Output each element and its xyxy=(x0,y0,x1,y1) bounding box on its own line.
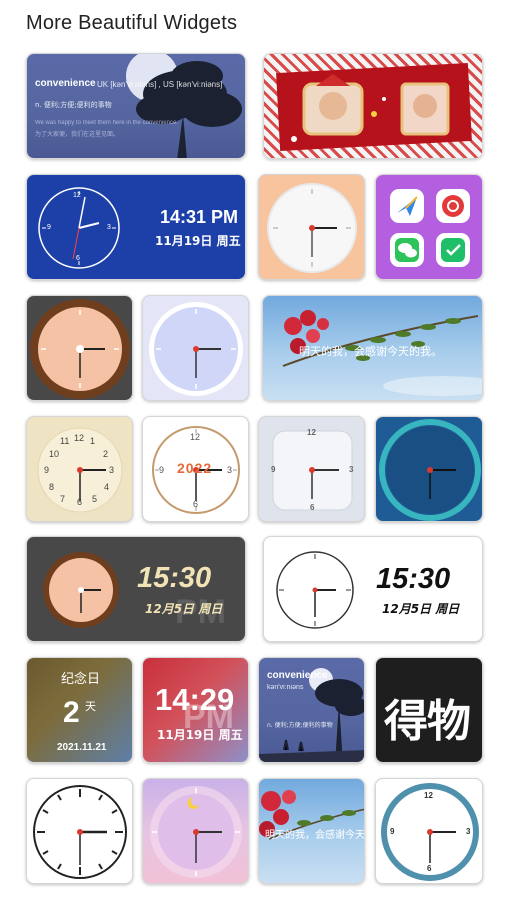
clock-number: 9 xyxy=(271,465,276,474)
clock-number: 6 xyxy=(77,497,83,507)
dewu-logo: 得物 xyxy=(384,696,471,747)
clock-number: 9 xyxy=(47,224,51,231)
dict-pronunciation: UK [kən'viːniəns] , US [kən'viːniəns] xyxy=(97,80,223,89)
clock-number: 3 xyxy=(349,465,354,474)
clock-number: 9 xyxy=(390,827,395,836)
widget-dark-bigtime[interactable]: PM 15:30 12月5日 周日 xyxy=(26,536,246,642)
widget-dictionary-small[interactable]: convenience kən'viːniəns n. 便利;方便;便利的事物 xyxy=(258,657,365,763)
wechat-icon xyxy=(395,238,419,262)
clock-number: 12 xyxy=(73,192,81,199)
wood-analog-clock xyxy=(30,299,130,399)
widget-year-clock[interactable]: 12 3 6 9 2022 xyxy=(142,416,249,522)
widget-quote-photo[interactable]: 明天的我，会感谢今天的我。 xyxy=(262,295,483,401)
dream-analog-clock xyxy=(150,786,242,878)
widget-light-bigtime[interactable]: 15:30 12月5日 周日 xyxy=(263,536,483,642)
widget-blue-clock[interactable]: 12 3 6 9 14:31 PM 11月19日 周五 xyxy=(26,174,246,280)
peach-analog-clock xyxy=(267,183,357,273)
quote-text: 明天的我，会感谢今天的我。 xyxy=(299,345,442,358)
dict-pronunciation: kən'viːniəns xyxy=(267,684,304,691)
widget-teal-ring-clock[interactable] xyxy=(375,416,483,522)
clock-number: 7 xyxy=(60,494,66,504)
dict-word: convenience xyxy=(35,78,96,89)
big-date: 12月5日 周日 xyxy=(382,602,460,616)
digital-date: 11月19日 周五 xyxy=(155,234,241,248)
widget-lilac-clock[interactable] xyxy=(142,295,249,401)
clock-number: 6 xyxy=(193,499,199,509)
clock-number: 2 xyxy=(103,449,109,459)
dict-meaning: n. 便利;方便;便利的事物 xyxy=(35,101,112,109)
year-badge: 2022 xyxy=(177,460,213,476)
widget-app-shortcuts[interactable] xyxy=(375,174,483,280)
clock-number: 12 xyxy=(74,433,85,443)
clock-number: 3 xyxy=(466,827,471,836)
widget-anniversary[interactable]: 纪念日 2 天 2021.11.21 xyxy=(26,657,133,763)
clock-number: 3 xyxy=(107,224,111,231)
dict-meaning: n. 便利;方便;便利的事物 xyxy=(267,722,333,729)
widget-cream-clock[interactable]: 12 11 1 10 2 9 3 8 4 7 5 6 xyxy=(26,416,133,522)
big-time: 15:30 xyxy=(137,562,212,594)
widget-silver-clock[interactable]: 12 3 6 9 xyxy=(258,416,365,522)
clock-number: 12 xyxy=(424,791,433,800)
big-time: 15:30 xyxy=(376,563,451,595)
app-shortcut-icon[interactable] xyxy=(390,233,424,267)
clock-number: 6 xyxy=(76,255,80,262)
dict-word: convenience xyxy=(267,670,328,681)
send-app-icon xyxy=(397,196,418,216)
digital-time: 14:31 PM xyxy=(160,207,239,227)
clock-number: 12 xyxy=(190,432,201,442)
dict-example-en: We was happy to meet them here in the co… xyxy=(35,120,178,126)
clock-number: 3 xyxy=(109,465,115,475)
clock-number: 10 xyxy=(49,449,60,459)
anniversary-label: 纪念日 xyxy=(61,672,101,687)
app-shortcut-icon[interactable] xyxy=(436,189,470,223)
christmas-frame-illustration xyxy=(276,63,472,151)
widget-dewu[interactable]: 得物 xyxy=(375,657,483,763)
lilac-analog-clock xyxy=(149,302,243,396)
netease-music-icon xyxy=(442,195,464,217)
widget-quote-small[interactable]: 明天的我，会感谢今天的我 xyxy=(258,778,365,884)
clock-number: 3 xyxy=(227,465,233,475)
clock-number: 4 xyxy=(104,482,110,492)
anniversary-days: 2 xyxy=(63,696,80,729)
clock-number: 12 xyxy=(307,428,316,437)
red-date: 11月19日 周五 xyxy=(157,728,243,742)
anniversary-unit: 天 xyxy=(85,700,96,713)
widget-dictionary[interactable]: convenience UK [kən'viːniəns] , US [kən'… xyxy=(26,53,246,159)
clock-number: 5 xyxy=(92,494,98,504)
widget-dream-clock[interactable] xyxy=(142,778,249,884)
section-title: More Beautiful Widgets xyxy=(26,12,238,34)
check-app-icon xyxy=(441,238,465,262)
clock-number: 1 xyxy=(90,436,96,446)
clock-number: 8 xyxy=(49,482,55,492)
clock-number: 9 xyxy=(44,465,50,475)
clock-number: 6 xyxy=(310,503,315,512)
widget-christmas-photo[interactable] xyxy=(263,53,483,159)
app-shortcut-icon[interactable] xyxy=(436,233,470,267)
widget-peach-clock[interactable] xyxy=(258,174,365,280)
red-time: 14:29 xyxy=(155,682,235,717)
widget-wood-clock[interactable] xyxy=(26,295,133,401)
anniversary-date: 2021.11.21 xyxy=(57,742,107,753)
big-date: 12月5日 周日 xyxy=(145,602,223,616)
teal-ring-analog-clock xyxy=(379,419,481,521)
app-shortcut-icon[interactable] xyxy=(390,189,424,223)
widget-classic-clock[interactable] xyxy=(26,778,133,884)
clock-number: 9 xyxy=(159,465,165,475)
clock-number: 6 xyxy=(427,864,432,873)
classic-analog-clock xyxy=(33,785,127,879)
quote-text: 明天的我，会感谢今天的我 xyxy=(265,830,365,841)
clock-number: 11 xyxy=(60,436,70,446)
widget-blue-ring-clock[interactable]: 12 3 6 9 xyxy=(375,778,483,884)
dict-example-cn: 为了大家便，我们在这里见面。 xyxy=(35,131,120,138)
widget-red-digital[interactable]: PM 14:29 11月19日 周五 xyxy=(142,657,249,763)
